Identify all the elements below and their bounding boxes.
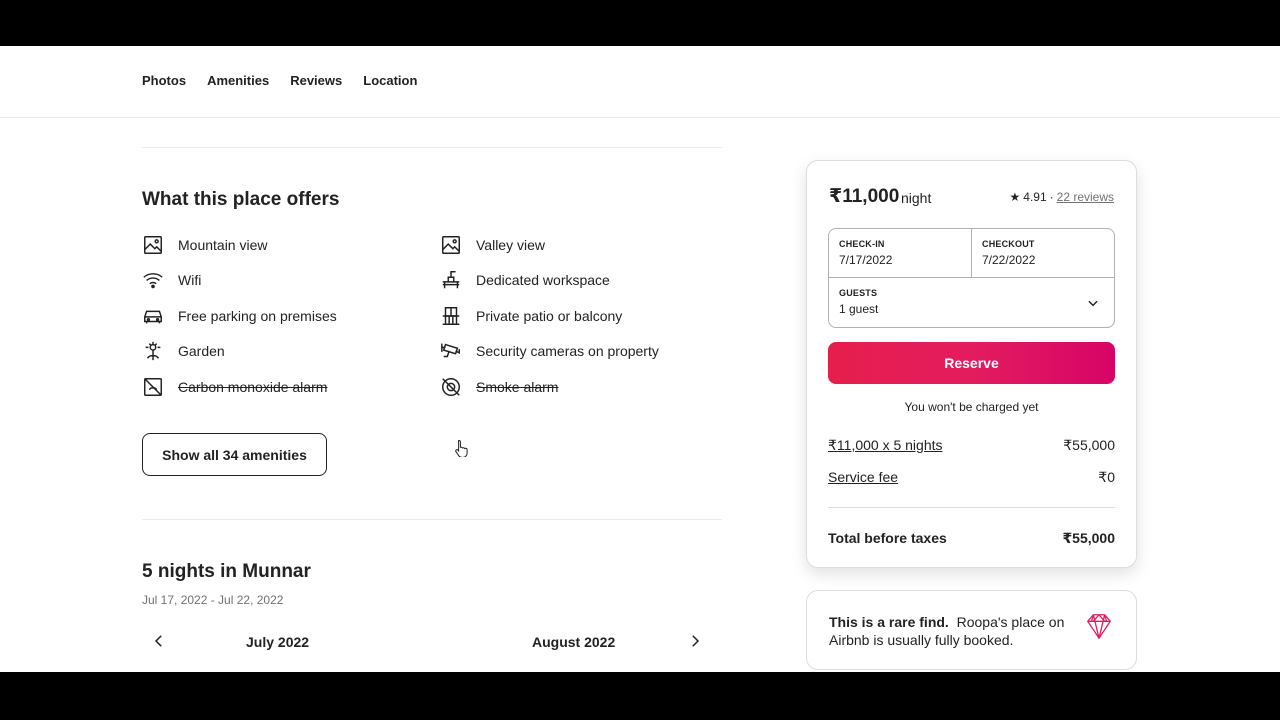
rating-value: 4.91 <box>1023 190 1047 204</box>
card-divider <box>828 507 1115 508</box>
date-row: CHECK-IN 7/17/2022 CHECKOUT 7/22/2022 <box>829 229 1114 278</box>
stay-date-range: Jul 17, 2022 - Jul 22, 2022 <box>142 593 284 607</box>
rating-summary: ★ 4.91 · 22 reviews <box>1010 190 1114 204</box>
nights-cost-label[interactable]: ₹11,000 x 5 nights <box>828 437 943 454</box>
calendar-prev-icon[interactable] <box>150 632 168 650</box>
diamond-icon <box>1086 614 1112 640</box>
amenity-label: Private patio or balcony <box>476 308 623 324</box>
nav-link-reviews[interactable]: Reviews <box>290 73 342 88</box>
amenity-item-unavailable: Smoke alarm <box>440 376 558 398</box>
amenity-item: Security cameras on property <box>440 340 659 362</box>
checkin-value: 7/17/2022 <box>839 253 893 267</box>
workspace-icon <box>442 271 460 289</box>
calendar-next-icon[interactable] <box>686 632 704 650</box>
nav-link-amenities[interactable]: Amenities <box>207 73 269 88</box>
section-nav: Photos Amenities Reviews Location <box>0 46 1280 118</box>
amenity-item: Mountain view <box>142 234 268 256</box>
reviews-link[interactable]: 22 reviews <box>1057 190 1114 204</box>
checkout-field[interactable]: CHECKOUT 7/22/2022 <box>972 229 1115 278</box>
amenity-item: Dedicated workspace <box>440 269 610 291</box>
amenity-item: Garden <box>142 340 225 362</box>
nightly-price: ₹11,000 <box>829 186 900 207</box>
nights-cost-row: ₹11,000 x 5 nights ₹55,000 <box>828 437 1115 454</box>
rare-find-bold: This is a rare find. <box>829 614 949 630</box>
guests-field[interactable]: GUESTS 1 guest <box>829 278 1114 328</box>
chevron-down-icon <box>1088 300 1098 307</box>
guests-value: 1 guest <box>839 302 879 316</box>
checkin-field[interactable]: CHECK-IN 7/17/2022 <box>829 229 972 278</box>
rating-separator: · <box>1049 190 1054 204</box>
total-label: Total before taxes <box>828 530 947 546</box>
garden-icon <box>145 341 161 361</box>
rare-find-text: This is a rare find. Roopa's place on Ai… <box>829 613 1079 649</box>
mountain-view-icon <box>144 236 162 254</box>
stay-title: 5 nights in Munnar <box>142 561 311 582</box>
total-value: ₹55,000 <box>1062 530 1115 546</box>
section-divider <box>142 147 722 148</box>
balcony-icon <box>442 307 460 325</box>
date-guest-picker: CHECK-IN 7/17/2022 CHECKOUT 7/22/2022 GU… <box>828 228 1115 328</box>
amenity-item: Valley view <box>440 234 545 256</box>
checkout-label: CHECKOUT <box>982 239 1035 249</box>
wifi-icon <box>143 273 163 289</box>
nights-cost-value: ₹55,000 <box>1063 437 1115 453</box>
rare-find-card: This is a rare find. Roopa's place on Ai… <box>806 590 1137 670</box>
checkin-label: CHECK-IN <box>839 239 885 249</box>
star-icon: ★ <box>1009 190 1021 204</box>
service-fee-value: ₹0 <box>1098 469 1115 485</box>
show-all-amenities-button[interactable]: Show all 34 amenities <box>142 433 327 476</box>
amenity-label: Wifi <box>178 272 202 288</box>
checkout-value: 7/22/2022 <box>982 253 1036 267</box>
nav-link-location[interactable]: Location <box>363 73 417 88</box>
booking-card: ₹11,000 night ★ 4.91 · 22 reviews CHECK-… <box>806 160 1137 568</box>
price-unit: night <box>901 190 932 206</box>
amenity-item: Private patio or balcony <box>440 305 622 327</box>
car-icon <box>144 310 162 324</box>
section-divider <box>142 519 722 520</box>
smoke-alarm-icon <box>442 378 460 396</box>
amenity-label: Mountain view <box>178 237 268 253</box>
amenity-label: Garden <box>178 343 225 359</box>
reserve-button[interactable]: Reserve <box>828 342 1115 384</box>
amenity-item-unavailable: Carbon monoxide alarm <box>142 376 327 398</box>
amenity-label: Security cameras on property <box>476 343 659 359</box>
section-nav-links: Photos Amenities Reviews Location <box>142 73 417 88</box>
service-fee-label[interactable]: Service fee <box>828 469 898 486</box>
amenity-label: Carbon monoxide alarm <box>178 379 328 395</box>
guests-label: GUESTS <box>839 288 878 298</box>
page-viewport: Photos Amenities Reviews Location What t… <box>0 46 1280 672</box>
valley-view-icon <box>442 236 460 254</box>
calendar-month-left: July 2022 <box>246 634 310 650</box>
amenity-label: Smoke alarm <box>476 379 559 395</box>
offers-title: What this place offers <box>142 189 340 210</box>
amenity-label: Valley view <box>476 237 545 253</box>
no-charge-note: You won't be charged yet <box>904 400 1039 414</box>
nav-link-photos[interactable]: Photos <box>142 73 186 88</box>
amenity-item: Free parking on premises <box>142 305 337 327</box>
security-camera-icon <box>441 343 460 358</box>
amenity-label: Free parking on premises <box>178 308 337 324</box>
mouse-cursor-icon <box>455 439 468 457</box>
calendar-month-right: August 2022 <box>532 634 616 650</box>
amenity-item: Wifi <box>142 269 201 291</box>
amenity-label: Dedicated workspace <box>476 272 610 288</box>
total-row: Total before taxes ₹55,000 <box>828 530 1115 547</box>
carbon-monoxide-alarm-icon <box>144 378 162 396</box>
service-fee-row: Service fee ₹0 <box>828 469 1115 486</box>
